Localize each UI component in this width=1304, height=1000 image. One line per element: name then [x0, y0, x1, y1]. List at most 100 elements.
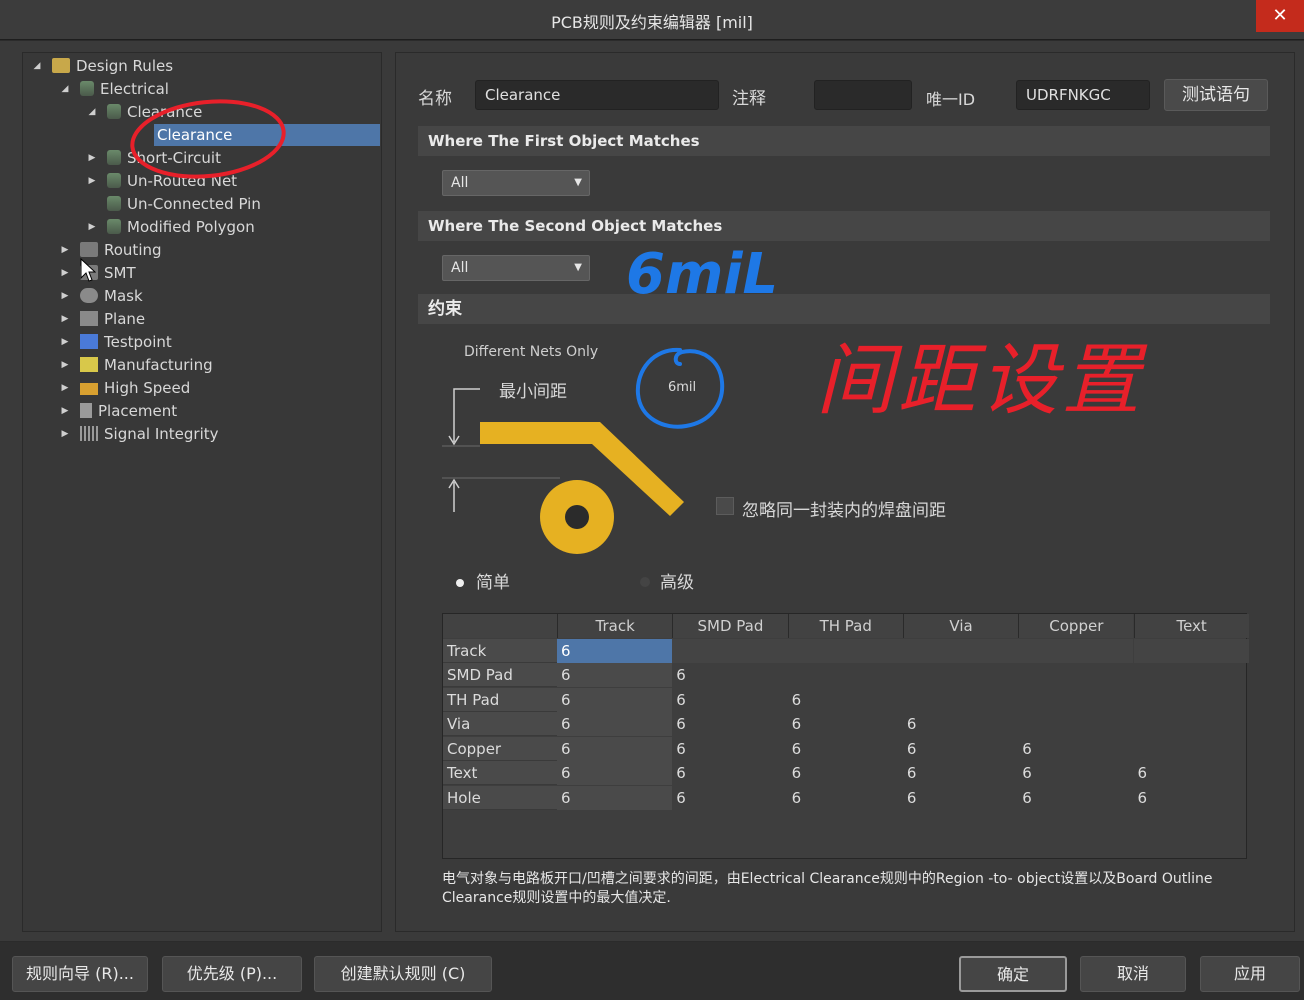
placement-icon [80, 403, 92, 418]
ignore-pad-label: 忽略同一封装内的焊盘间距 [742, 501, 946, 521]
matrix-cell[interactable]: 6 [672, 761, 787, 785]
matrix-cell[interactable]: 6 [788, 761, 903, 785]
matrix-cell[interactable]: 6 [903, 786, 1018, 810]
tree-item-label: Testpoint [104, 333, 172, 351]
matrix-column-header: Track [557, 614, 673, 638]
test-query-button[interactable]: 测试语句 [1164, 79, 1268, 111]
radio-label: 简单 [476, 573, 510, 593]
tree-item-un-connected-pin[interactable]: Un-Connected Pin [107, 193, 261, 215]
tree-item-high-speed[interactable]: ▶ High Speed [62, 377, 191, 399]
comment-label: 注释 [732, 89, 766, 109]
matrix-cell[interactable]: 6 [788, 786, 903, 810]
matrix-cell[interactable]: 6 [788, 712, 903, 736]
blue-circle-annotation-icon [635, 347, 725, 429]
mode-advanced-radio[interactable]: 高级 [640, 568, 694, 593]
mask-icon [80, 288, 98, 303]
expand-arrow-icon[interactable]: ▶ [85, 216, 99, 238]
matrix-cell[interactable]: 6 [672, 712, 787, 736]
testpoint-icon [80, 334, 98, 349]
matrix-cell[interactable]: 6 [1018, 786, 1133, 810]
matrix-cell [1018, 688, 1133, 712]
ignore-pad-checkbox[interactable] [716, 497, 734, 515]
rule-category-icon [107, 173, 121, 188]
close-button[interactable]: ✕ [1256, 0, 1304, 32]
expand-arrow-icon[interactable]: ▶ [58, 423, 72, 445]
collapse-arrow-icon[interactable]: ◢ [30, 55, 44, 77]
tree-item-label: Modified Polygon [127, 218, 255, 236]
matrix-column-header: Via [902, 614, 1019, 638]
expand-arrow-icon[interactable]: ▶ [58, 354, 72, 376]
tree-item-testpoint[interactable]: ▶ Testpoint [62, 331, 172, 353]
ok-button[interactable]: 确定 [959, 956, 1067, 992]
collapse-arrow-icon[interactable]: ◢ [85, 101, 99, 123]
radio-unselected-icon [640, 577, 650, 587]
expand-arrow-icon[interactable]: ▶ [85, 147, 99, 169]
matrix-cell[interactable]: 6 [557, 761, 673, 785]
routing-icon [80, 242, 98, 257]
dropdown-caret-icon: ▼ [574, 177, 582, 188]
unique-id-field[interactable]: UDRFNKGC [1016, 80, 1150, 110]
matrix-cell[interactable]: 6 [1018, 737, 1133, 761]
matrix-cell[interactable]: 6 [557, 712, 673, 736]
first-object-dropdown[interactable]: All ▼ [442, 170, 590, 196]
rule-wizard-button[interactable]: 规则向导 (R)... [12, 956, 148, 992]
matrix-cell[interactable]: 6 [1134, 761, 1249, 785]
name-field[interactable]: Clearance [475, 80, 719, 110]
tree-item-placement[interactable]: ▶ Placement [62, 400, 178, 422]
tree-item-modified-polygon[interactable]: ▶ Modified Polygon [89, 216, 255, 238]
matrix-cell [672, 638, 788, 663]
tree-item-label: Un-Connected Pin [127, 195, 261, 213]
create-default-rules-button[interactable]: 创建默认规则 (C) [314, 956, 492, 992]
expand-arrow-icon[interactable]: ▶ [58, 377, 72, 399]
matrix-cell[interactable]: 6 [788, 688, 903, 712]
window-title: PCB规则及约束编辑器 [mil] [551, 13, 753, 32]
matrix-cell[interactable]: 6 [1134, 786, 1249, 810]
red-handwritten-annotation: 间距设置 [816, 336, 1145, 426]
tree-item-design-rules[interactable]: ◢ Design Rules [34, 55, 174, 77]
matrix-cell[interactable]: 6 [557, 638, 673, 663]
tree-item-signal-integrity[interactable]: ▶ Signal Integrity [62, 423, 219, 445]
matrix-cell[interactable]: 6 [903, 761, 1018, 785]
collapse-arrow-icon[interactable]: ◢ [58, 78, 72, 100]
matrix-cell [787, 638, 903, 663]
matrix-cell[interactable]: 6 [557, 785, 673, 810]
expand-arrow-icon[interactable]: ▶ [85, 170, 99, 192]
matrix-cell[interactable]: 6 [1018, 761, 1133, 785]
matrix-cell[interactable]: 6 [788, 737, 903, 761]
rule-category-icon [107, 104, 121, 119]
expand-arrow-icon[interactable]: ▶ [58, 285, 72, 307]
plane-icon [80, 311, 98, 326]
expand-arrow-icon[interactable]: ▶ [58, 262, 72, 284]
tree-item-label: Plane [104, 310, 146, 328]
expand-arrow-icon[interactable]: ▶ [58, 308, 72, 330]
scope-label: Different Nets Only [464, 344, 599, 360]
matrix-cell[interactable]: 6 [903, 712, 1018, 736]
tree-item-plane[interactable]: ▶ Plane [62, 308, 146, 330]
tree-item-label: Manufacturing [104, 356, 213, 374]
priority-button[interactable]: 优先级 (P)... [162, 956, 302, 992]
rule-category-icon [80, 81, 94, 96]
matrix-cell [1018, 663, 1133, 687]
matrix-cell[interactable]: 6 [672, 688, 787, 712]
matrix-cell[interactable]: 6 [557, 663, 673, 687]
comment-field[interactable] [814, 80, 912, 110]
second-match-header: Where The Second Object Matches [418, 211, 1270, 241]
expand-arrow-icon[interactable]: ▶ [58, 239, 72, 261]
matrix-cell[interactable]: 6 [557, 736, 673, 761]
apply-button[interactable]: 应用 [1200, 956, 1300, 992]
expand-arrow-icon[interactable]: ▶ [58, 331, 72, 353]
tree-item-manufacturing[interactable]: ▶ Manufacturing [62, 354, 213, 376]
matrix-cell [1133, 638, 1249, 663]
second-object-dropdown[interactable]: All ▼ [442, 255, 590, 281]
expand-arrow-icon[interactable]: ▶ [58, 400, 72, 422]
tree-item-label: Placement [98, 402, 178, 420]
matrix-cell[interactable]: 6 [672, 737, 787, 761]
dropdown-value: All [451, 175, 469, 191]
matrix-cell[interactable]: 6 [903, 737, 1018, 761]
cancel-button[interactable]: 取消 [1080, 956, 1186, 992]
matrix-cell[interactable]: 6 [672, 786, 787, 810]
mode-simple-radio[interactable]: 简单 [456, 568, 510, 593]
matrix-cell[interactable]: 6 [557, 687, 673, 712]
tree-item-mask[interactable]: ▶ Mask [62, 285, 143, 307]
matrix-cell[interactable]: 6 [672, 663, 787, 687]
